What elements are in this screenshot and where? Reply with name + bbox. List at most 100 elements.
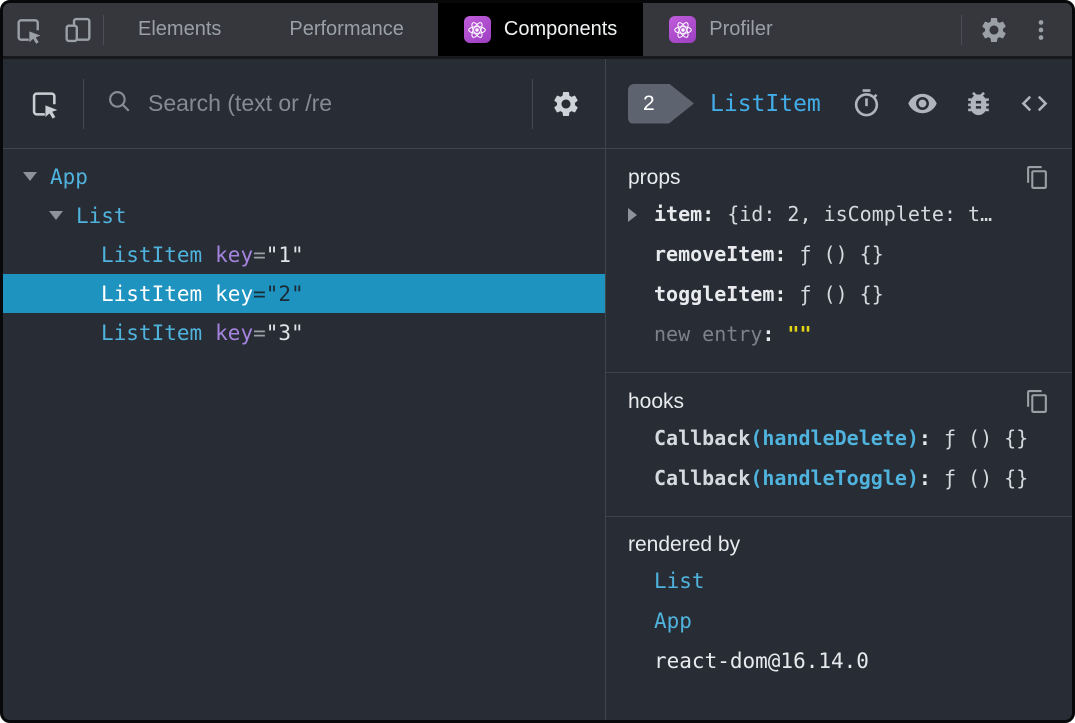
colon: : [702, 202, 715, 226]
gear-icon [554, 91, 578, 116]
devtools-settings-button[interactable] [970, 3, 1018, 56]
copy-hooks-button[interactable] [1025, 389, 1050, 414]
copy-icon [1027, 166, 1047, 189]
hook-row-handletoggle[interactable]: Callback (handleToggle): ƒ () {} [628, 458, 1050, 498]
tab-performance[interactable]: Performance [255, 3, 438, 56]
tab-profiler-label: Profiler [709, 18, 773, 40]
bug-icon [968, 91, 989, 116]
copy-icon [1027, 390, 1047, 413]
inspect-dom-button[interactable] [907, 88, 938, 119]
tree-row-app[interactable]: App [3, 157, 605, 196]
copy-props-button[interactable] [1025, 165, 1050, 190]
prop-row-toggleitem[interactable]: toggleItem: ƒ () {} [628, 274, 1050, 314]
gear-icon [982, 17, 1006, 42]
eye-icon [908, 93, 937, 114]
rendered-by-item-reactdom: react-dom@16.14.0 [628, 641, 1050, 681]
key-value: "1" [265, 242, 304, 267]
toolbar-separator [961, 14, 962, 45]
component-name: ListItem [101, 281, 203, 306]
view-settings-button[interactable] [551, 89, 581, 119]
key-attribute: key [215, 320, 254, 345]
tab-elements[interactable]: Elements [104, 3, 255, 56]
devtools-tab-bar: Elements Performance Components Profiler [3, 3, 1072, 59]
hook-type: Callback [654, 466, 751, 490]
tab-elements-label: Elements [138, 18, 222, 40]
new-entry-value[interactable]: "" [787, 322, 811, 346]
search-input[interactable] [146, 89, 510, 118]
tree-row-listitem-3[interactable]: ListItem key = "3" [3, 313, 605, 352]
details-header: 2 ListItem [606, 59, 1072, 149]
colon: : [918, 466, 931, 490]
tree-toolbar [3, 59, 605, 149]
timer-icon [854, 89, 879, 117]
rendered-by-title: rendered by [628, 533, 741, 556]
selected-component-title: ListItem [710, 90, 821, 117]
inspect-cursor-icon [32, 91, 58, 119]
search-icon [106, 88, 132, 119]
hook-row-handledelete[interactable]: Callback (handleDelete): ƒ () {} [628, 418, 1050, 458]
tab-profiler[interactable]: Profiler [643, 3, 798, 56]
rendered-by-item-app[interactable]: App [628, 601, 1050, 641]
hook-fn-name: (handleDelete) [750, 426, 919, 450]
toolbar-separator [532, 78, 533, 129]
component-tree-pane: App List ListItem key = "1" ListItem key… [3, 59, 606, 720]
key-value: "2" [265, 281, 304, 306]
key-value: "3" [265, 320, 304, 345]
prop-row-new-entry[interactable]: new entry: "" [628, 314, 1050, 354]
hook-value: ƒ () {} [943, 426, 1029, 450]
react-logo-icon [669, 16, 697, 43]
prop-row-removeitem[interactable]: removeItem: ƒ () {} [628, 234, 1050, 274]
props-section: props item: {id: 2, isComplete: t… remov… [606, 149, 1072, 373]
prop-row-item[interactable]: item: {id: 2, isComplete: t… [628, 194, 1050, 234]
props-section-title: props [628, 165, 681, 189]
colon: : [762, 322, 775, 346]
log-component-data-button[interactable] [963, 88, 994, 119]
colon: : [774, 282, 787, 306]
component-name: List [76, 203, 127, 228]
tab-performance-label: Performance [289, 18, 404, 40]
prop-name: toggleItem [654, 282, 775, 306]
inspect-element-button[interactable] [3, 3, 53, 56]
colon: : [918, 426, 931, 450]
prop-value: {id: 2, isComplete: t… [727, 202, 993, 226]
components-panel: App List ListItem key = "1" ListItem key… [3, 59, 1072, 720]
code-icon [1021, 95, 1048, 112]
collapse-arrow-icon[interactable] [23, 172, 37, 181]
react-logo-icon [463, 16, 491, 43]
suspend-timer-button[interactable] [851, 88, 882, 119]
view-source-button[interactable] [1019, 88, 1050, 119]
more-options-button[interactable] [1018, 3, 1064, 56]
owner-link[interactable]: App [654, 609, 692, 633]
component-tree: App List ListItem key = "1" ListItem key… [3, 149, 605, 352]
owner-link[interactable]: List [654, 569, 705, 593]
toolbar-separator [83, 78, 84, 129]
hooks-section-title: hooks [628, 389, 685, 413]
tree-row-listitem-1[interactable]: ListItem key = "1" [3, 235, 605, 274]
collapse-arrow-icon[interactable] [49, 211, 63, 220]
hook-fn-name: (handleToggle) [750, 466, 919, 490]
prop-name: removeItem [654, 242, 775, 266]
prop-value: ƒ () {} [799, 242, 884, 266]
component-name: ListItem [101, 242, 203, 267]
tab-components[interactable]: Components [437, 3, 644, 56]
device-toolbar-icon [65, 17, 91, 42]
renderer-version: react-dom@16.14.0 [654, 649, 869, 673]
rendered-by-section: rendered by List App react-dom@16.14.0 [606, 517, 1072, 699]
component-details-pane: 2 ListItem props item: {id: 2, isComple… [606, 59, 1072, 720]
component-name: ListItem [101, 320, 203, 345]
tree-row-list[interactable]: List [3, 196, 605, 235]
key-attribute: key [215, 281, 254, 306]
component-name: App [50, 164, 88, 189]
prop-value: ƒ () {} [799, 282, 884, 306]
expand-arrow-icon[interactable] [628, 208, 637, 222]
equals-sign: = [253, 320, 266, 345]
key-attribute: key [215, 242, 254, 267]
kebab-menu-icon [1038, 19, 1044, 40]
new-entry-label[interactable]: new entry [654, 322, 762, 346]
hooks-section: hooks Callback (handleDelete): ƒ () {} Ca… [606, 373, 1072, 517]
rendered-by-item-list[interactable]: List [628, 561, 1050, 601]
device-toolbar-button[interactable] [53, 3, 103, 56]
devtools-window: Elements Performance Components Profiler… [0, 0, 1075, 723]
tree-row-listitem-2-selected[interactable]: ListItem key = "2" [3, 274, 605, 313]
select-element-button[interactable] [27, 87, 61, 121]
